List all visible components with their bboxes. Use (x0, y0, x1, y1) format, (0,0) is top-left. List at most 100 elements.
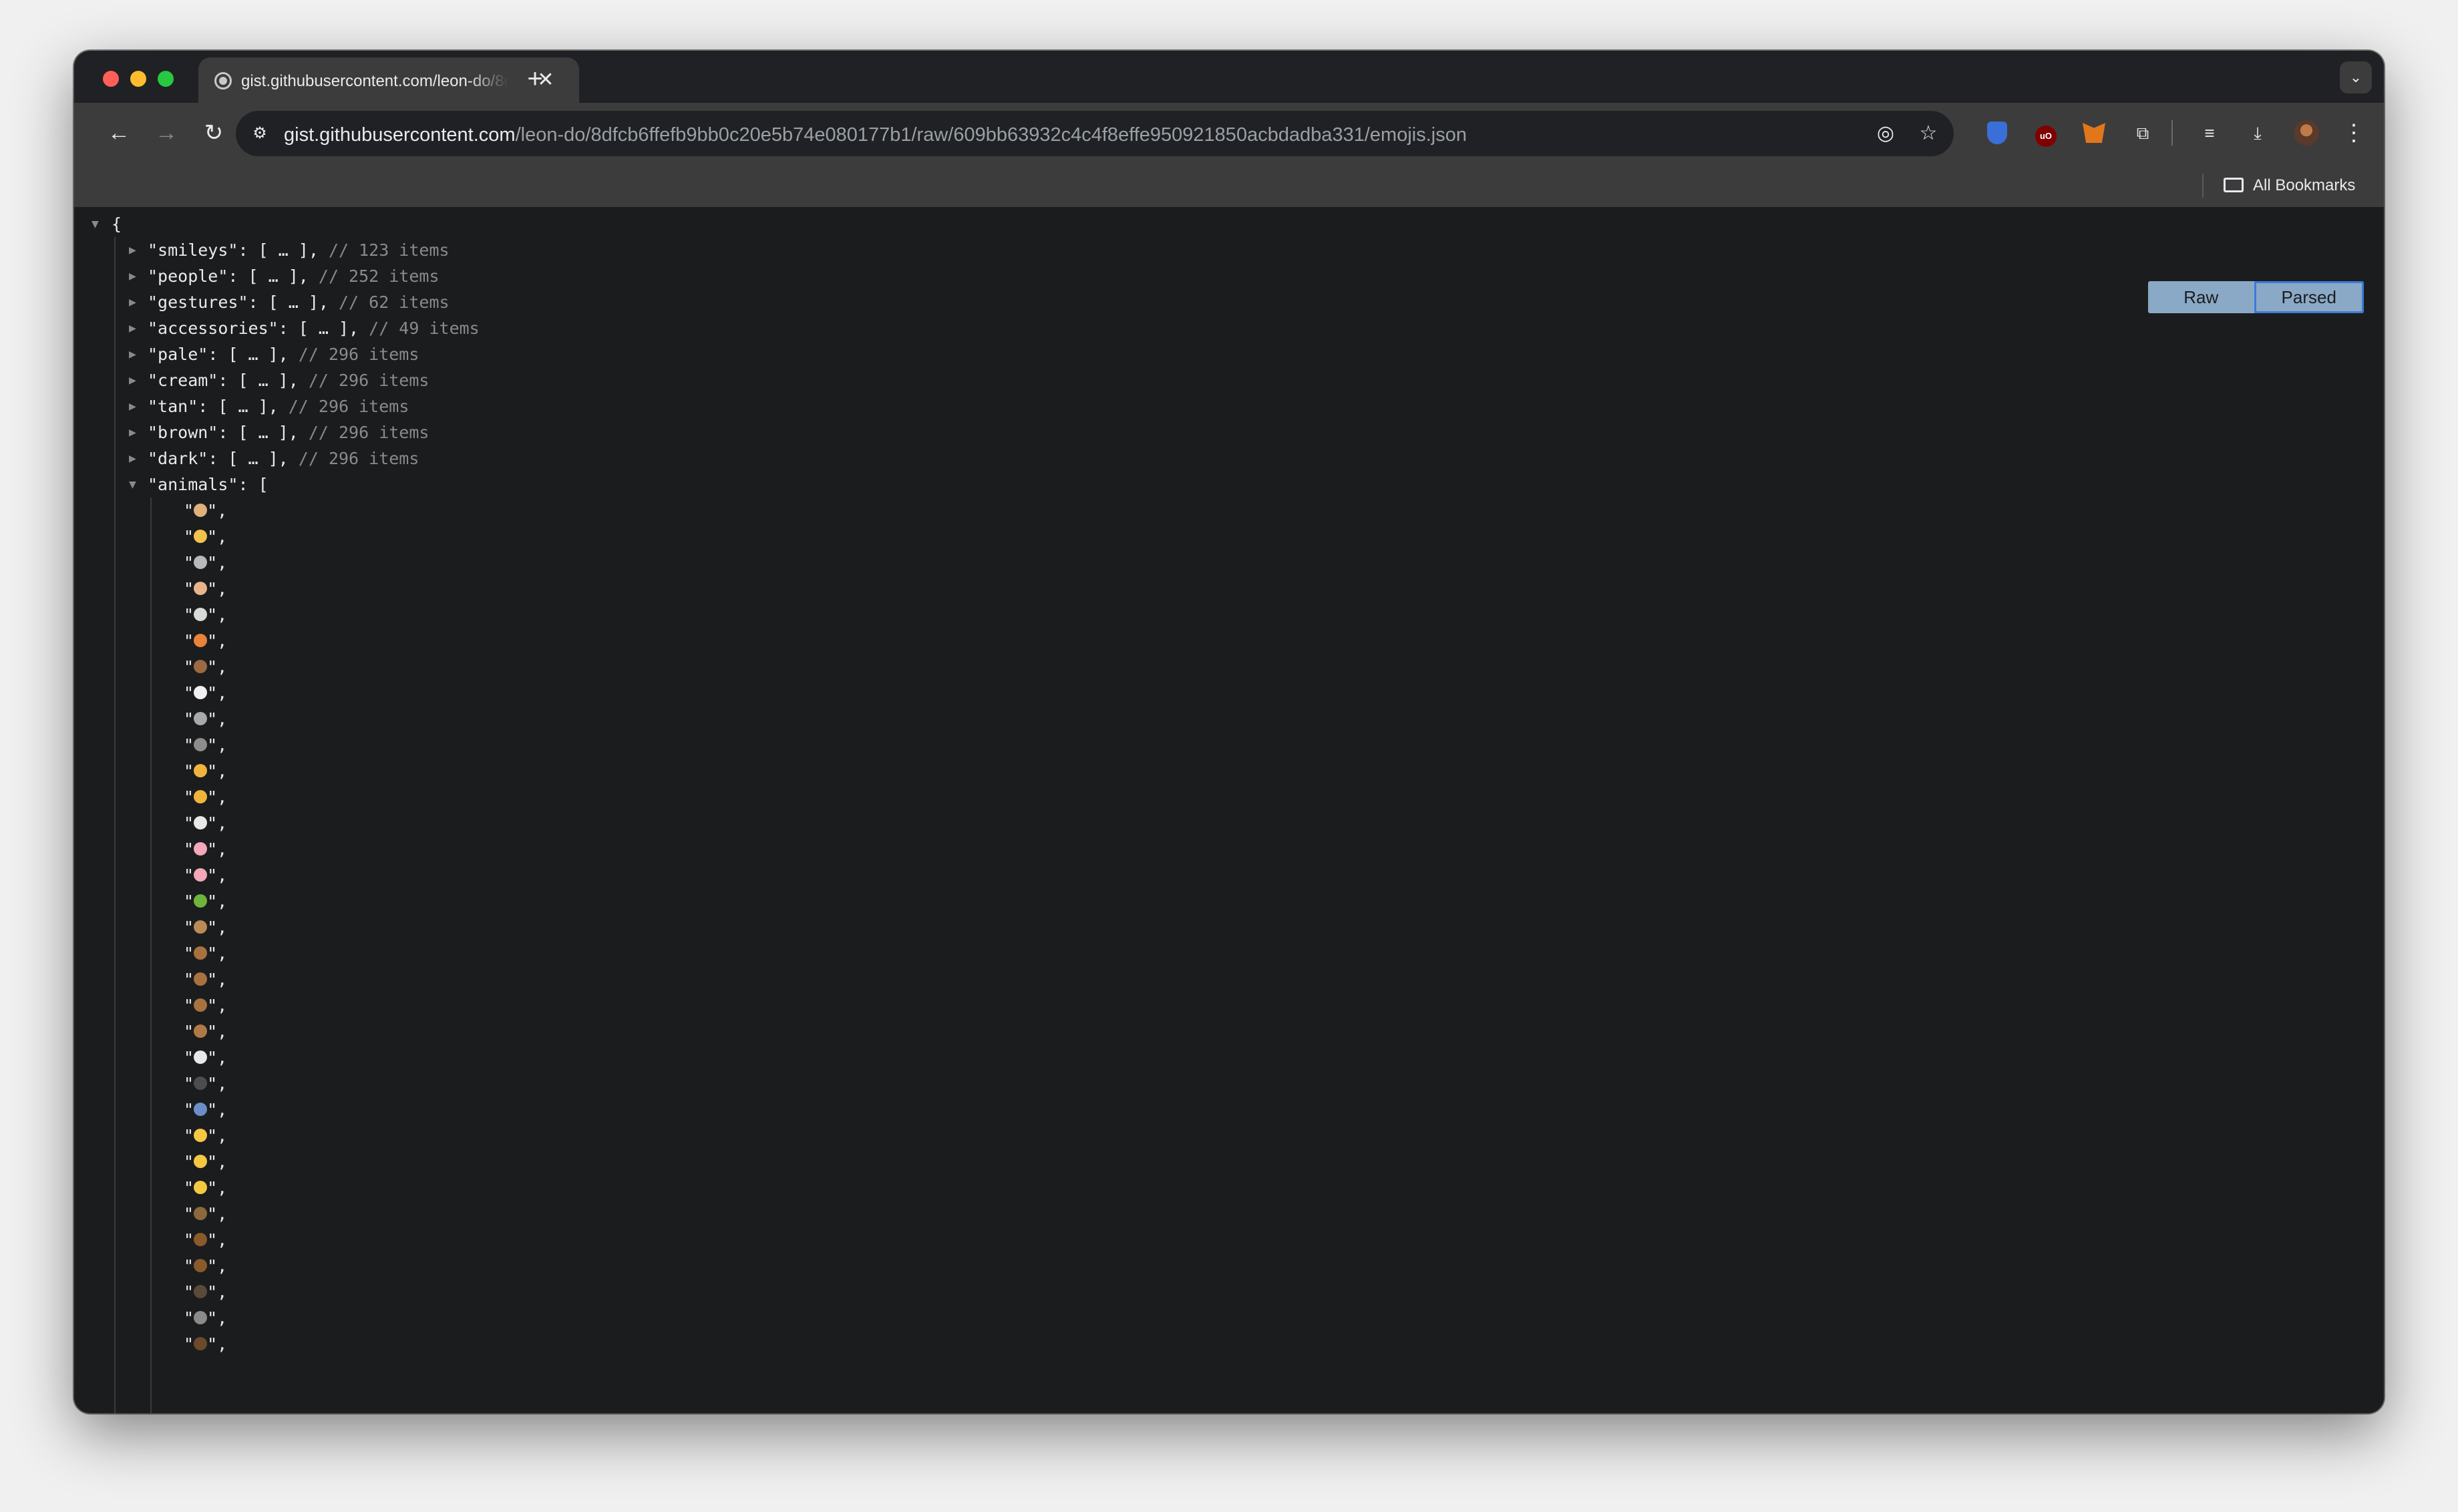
animal-emoji (194, 1129, 208, 1142)
close-window-button[interactable] (103, 71, 119, 87)
expand-caret-icon[interactable]: ▶ (129, 419, 136, 445)
bookmark-star-icon[interactable]: ☆ (1914, 119, 1943, 148)
url-text[interactable]: gist.githubusercontent.com/leon-do/8dfcb… (284, 124, 1467, 146)
folder-icon (2224, 177, 2244, 192)
animal-emoji (194, 790, 208, 803)
collapse-caret-icon[interactable]: ▼ (92, 211, 99, 237)
json-collapsed-value: : [ … ], (278, 319, 359, 338)
eye-off-icon[interactable]: ◎ (1871, 119, 1900, 148)
animal-emoji-item: "🦁", (184, 761, 228, 781)
root-open-brace: { (112, 214, 122, 234)
animal-emoji-item: "🐨", (184, 709, 228, 729)
expand-caret-icon[interactable]: ▶ (129, 263, 136, 289)
indent-guide (114, 237, 116, 1413)
animal-emoji-item: "🐹", (184, 579, 228, 598)
animal-emoji (194, 816, 208, 829)
animal-emoji (194, 686, 208, 699)
zoom-window-button[interactable] (158, 71, 174, 87)
animal-emoji-item: "🐸", (184, 866, 228, 885)
animal-emoji-item: "🐤", (184, 1100, 228, 1119)
forward-arrow-icon[interactable]: → (150, 116, 183, 150)
animal-emoji (194, 998, 208, 1012)
animal-emoji (194, 764, 208, 777)
animal-emoji-item: "🦅", (184, 1204, 228, 1223)
json-viewer: Raw Parsed ▼ { ▶ "smileys": [ … ], // 123 i… (74, 207, 2384, 1413)
expand-caret-icon[interactable]: ▶ (129, 315, 136, 341)
animal-emoji-item: "🐒", (184, 996, 228, 1015)
json-key: "pale" (148, 345, 208, 364)
bookmarks-bar: All Bookmarks (74, 163, 2384, 207)
animal-emoji-item: "🐮", (184, 787, 228, 807)
json-row[interactable]: "people": [ … ], // 252 items (148, 263, 440, 289)
json-row[interactable]: "brown": [ … ], // 296 items (148, 419, 429, 445)
json-row[interactable]: "gestures": [ … ], // 62 items (148, 289, 450, 315)
animal-emoji (194, 1077, 208, 1090)
animal-emoji (194, 920, 208, 934)
json-item-count: // 123 items (328, 240, 450, 260)
json-row[interactable]: "pale": [ … ], // 296 items (148, 341, 419, 367)
extensions-puzzle-icon[interactable]: ⧉ (2127, 118, 2158, 148)
minimize-window-button[interactable] (130, 71, 146, 87)
json-open-bracket: : [ (238, 475, 269, 494)
indent-guide (150, 498, 152, 1413)
kebab-menu-icon[interactable]: ⋮ (2338, 118, 2369, 148)
browser-window: gist.githubusercontent.com/leon-do/8dfcb… (74, 51, 2384, 1413)
download-icon[interactable]: ⤓ (2242, 118, 2273, 148)
json-row[interactable]: "tan": [ … ], // 296 items (148, 393, 409, 419)
json-row-animals[interactable]: "animals": [ (148, 471, 269, 498)
profile-avatar[interactable] (2291, 118, 2322, 148)
back-arrow-icon[interactable]: ← (102, 116, 136, 150)
animal-emoji-item: "🐷", (184, 813, 228, 833)
animal-emoji-item: "🐗", (184, 1308, 228, 1328)
tab-strip: gist.githubusercontent.com/leon-do/8dfcb… (74, 51, 2384, 103)
metamask-fox-icon[interactable] (2079, 118, 2109, 148)
animal-emoji-item: "🐻", (184, 657, 228, 677)
collapse-caret-icon[interactable]: ▼ (129, 471, 136, 498)
json-item-count: // 252 items (318, 266, 440, 286)
json-row[interactable]: "accessories": [ … ], // 49 items (148, 315, 480, 341)
expand-caret-icon[interactable]: ▶ (129, 289, 136, 315)
raw-button[interactable]: Raw (2148, 281, 2254, 313)
address-bar[interactable]: ⚙ gist.githubusercontent.com/leon-do/8df… (236, 111, 1954, 156)
animal-emoji-item: "🐽", (184, 839, 228, 859)
new-tab-button[interactable]: + (520, 64, 550, 93)
json-collapsed-value: : [ … ], (198, 397, 279, 416)
tab-search-chevron-icon[interactable]: ⌄ (2340, 61, 2372, 93)
animal-emoji-item: "🙊", (184, 970, 228, 989)
animal-emoji-item: "🐼", (184, 683, 228, 703)
animal-emoji (194, 972, 208, 986)
animal-emoji-item: "🙉", (184, 944, 228, 963)
parsed-button[interactable]: Parsed (2254, 281, 2364, 313)
expand-caret-icon[interactable]: ▶ (129, 237, 136, 263)
animal-emoji (194, 1233, 208, 1246)
json-row[interactable]: "dark": [ … ], // 296 items (148, 445, 419, 471)
json-key: "gestures" (148, 293, 248, 312)
json-key: "accessories" (148, 319, 279, 338)
expand-caret-icon[interactable]: ▶ (129, 393, 136, 419)
expand-caret-icon[interactable]: ▶ (129, 445, 136, 471)
animal-emoji (194, 504, 208, 517)
expand-caret-icon[interactable]: ▶ (129, 341, 136, 367)
ublock-origin-icon[interactable]: uO (2031, 118, 2061, 148)
site-settings-icon[interactable]: ⚙ (245, 119, 275, 148)
json-collapsed-value: : [ … ], (228, 266, 309, 286)
reading-list-icon[interactable]: ≡ (2194, 118, 2225, 148)
bitwarden-shield-icon[interactable] (1982, 118, 2012, 148)
json-row[interactable]: "cream": [ … ], // 296 items (148, 367, 429, 393)
json-item-count: // 296 items (298, 449, 419, 468)
animal-emoji (194, 1155, 208, 1168)
reload-icon[interactable]: ↻ (197, 116, 230, 150)
json-collapsed-value: : [ … ], (248, 293, 329, 312)
animal-emoji (194, 556, 208, 569)
json-item-count: // 62 items (339, 293, 450, 312)
json-item-count: // 49 items (369, 319, 480, 338)
animal-emoji-item: "🐭", (184, 553, 228, 572)
all-bookmarks-button[interactable]: All Bookmarks (2224, 174, 2355, 198)
json-collapsed-value: : [ … ], (208, 449, 289, 468)
json-row[interactable]: "smileys": [ … ], // 123 items (148, 237, 450, 263)
expand-caret-icon[interactable]: ▶ (129, 367, 136, 393)
json-key: "brown" (148, 423, 218, 442)
animal-emoji (194, 608, 208, 621)
toolbar: ← → ↻ ⚙ gist.githubusercontent.com/leon-… (74, 103, 2384, 163)
json-key: "cream" (148, 371, 218, 390)
